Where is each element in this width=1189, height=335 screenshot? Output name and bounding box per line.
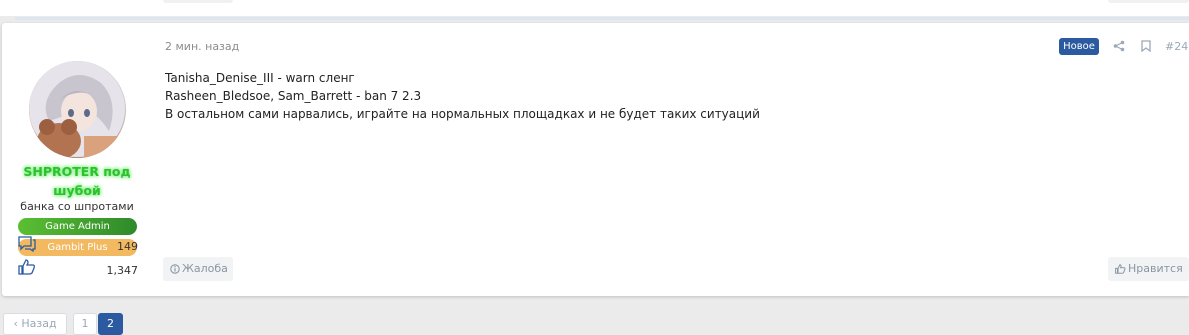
post-24: SHPROTER под шубой банка со шпротами Gam… [2, 23, 1189, 296]
new-badge: Новое [1059, 38, 1099, 55]
previous-post-like-button[interactable] [1108, 0, 1189, 3]
username[interactable]: SHPROTER под шубой [2, 162, 152, 200]
like-label: Нравится [1128, 262, 1183, 275]
post-number[interactable]: #24 [1165, 40, 1188, 53]
post-line: Rasheen_Bledsoe, Sam_Barrett - ban 7 2.3 [165, 89, 422, 103]
messages-icon [18, 236, 36, 252]
like-button[interactable]: Нравится [1108, 257, 1189, 281]
previous-post-fragment [0, 0, 1189, 16]
thumbs-up-icon [1115, 264, 1126, 274]
post-divider [15, 17, 1189, 20]
info-circle-icon [170, 264, 180, 274]
previous-post-report-button[interactable] [163, 0, 233, 3]
messages-count: 149 [117, 240, 138, 253]
user-title: банка со шпротами [20, 200, 134, 213]
user-banner-game-admin: Game Admin [18, 218, 137, 235]
avatar-anime-character-icon [29, 61, 125, 158]
post-date[interactable]: 2 мин. назад [165, 40, 239, 53]
post-line: В остальном сами нарвались, играйте на н… [165, 107, 760, 121]
post-body: Tanisha_Denise_III - warn сленг Rasheen_… [165, 69, 1065, 123]
reactions-icon [18, 259, 35, 275]
user-avatar[interactable] [29, 61, 126, 158]
report-label: Жалоба [182, 262, 228, 275]
share-icon[interactable] [1113, 40, 1125, 52]
report-button[interactable]: Жалоба [163, 257, 233, 281]
pagination-prev-label: Назад [21, 317, 57, 330]
reactions-count: 1,347 [106, 264, 139, 277]
bookmark-icon[interactable] [1141, 40, 1151, 52]
post-line: Tanisha_Denise_III - warn сленг [165, 71, 355, 85]
